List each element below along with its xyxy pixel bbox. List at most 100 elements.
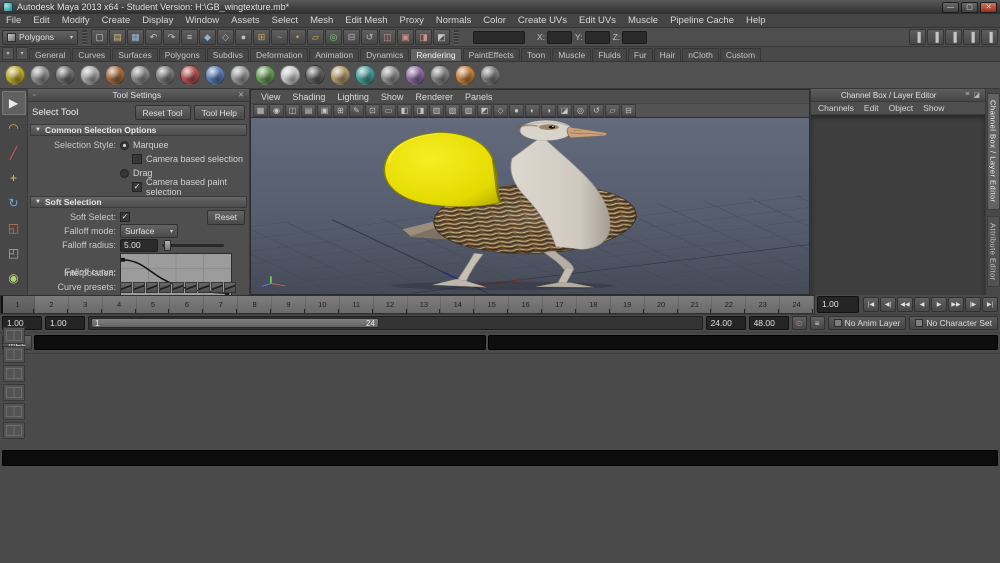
shelf-material-gray6-icon[interactable] <box>478 64 501 87</box>
save-scene-icon[interactable]: ▦ <box>127 29 144 45</box>
redo-icon[interactable]: ↷ <box>163 29 180 45</box>
shelf-tab[interactable]: Curves <box>72 48 111 61</box>
shelf-tab[interactable]: Polygons <box>159 48 206 61</box>
viewport-menu-item[interactable]: Panels <box>459 92 499 102</box>
timeline-frame[interactable]: 5 <box>137 296 171 313</box>
toggle-channel-box-button[interactable]: ▐ <box>945 29 962 45</box>
safe-action-icon[interactable]: ▧ <box>445 104 460 117</box>
scale-tool-icon[interactable]: ◱ <box>2 216 26 240</box>
close-button[interactable]: ✕ <box>980 2 997 13</box>
current-frame-field[interactable]: 1.00 <box>817 296 859 313</box>
timeline-frame[interactable]: 22 <box>712 296 746 313</box>
go-to-end-button[interactable]: ▶| <box>982 297 998 312</box>
resolution-gate-icon[interactable]: ◧ <box>397 104 412 117</box>
component-mode-icon[interactable]: ◇ <box>217 29 234 45</box>
panel-close-icon[interactable]: ✕ <box>236 91 246 99</box>
timeline-frame[interactable]: 10 <box>306 296 340 313</box>
step-back-frame-button[interactable]: ◀| <box>880 297 896 312</box>
curve-preset-wave-button[interactable] <box>185 282 197 293</box>
step-forward-frame-button[interactable]: |▶ <box>965 297 981 312</box>
coordinate-input[interactable] <box>585 31 610 44</box>
menu-item[interactable]: Normals <box>430 15 477 26</box>
construction-history-icon[interactable]: ↺ <box>361 29 378 45</box>
menu-item[interactable]: Create UVs <box>512 15 573 26</box>
shelf-material-gray3-icon[interactable] <box>153 64 176 87</box>
curve-preset-stairs-button[interactable] <box>198 282 210 293</box>
timeline-frame[interactable]: 11 <box>340 296 374 313</box>
layout-two-side-by-side-button[interactable] <box>3 365 25 382</box>
open-scene-icon[interactable]: ▤ <box>109 29 126 45</box>
script-output-field[interactable] <box>488 335 998 350</box>
playback-end-field[interactable]: 24.00 <box>706 316 746 330</box>
image-plane-icon[interactable]: ▣ <box>317 104 332 117</box>
film-gate-icon[interactable]: ▭ <box>381 104 396 117</box>
menu-item[interactable]: Help <box>740 15 772 26</box>
xray-icon[interactable]: ▱ <box>605 104 620 117</box>
toggle-tool-settings-button[interactable]: ▐ <box>927 29 944 45</box>
open-render-view-icon[interactable]: ◫ <box>379 29 396 45</box>
screen-ao-icon[interactable]: ◎ <box>573 104 588 117</box>
ipr-render-icon[interactable]: ◨ <box>415 29 432 45</box>
layout-single-pane-button[interactable] <box>3 327 25 344</box>
motion-blur-icon[interactable]: ↺ <box>589 104 604 117</box>
shadows-icon[interactable]: ◪ <box>557 104 572 117</box>
shelf-material-yellow-icon[interactable] <box>3 64 26 87</box>
use-all-lights-icon[interactable]: ◑ <box>541 104 556 117</box>
timeline-frame[interactable]: 21 <box>679 296 713 313</box>
menu-item[interactable]: Proxy <box>394 15 430 26</box>
range-slider[interactable]: 1 24 <box>88 316 703 330</box>
soft-selection-reset-button[interactable]: Reset <box>207 210 245 225</box>
play-backwards-button[interactable]: ◀ <box>914 297 930 312</box>
shaded-icon[interactable]: ● <box>509 104 524 117</box>
timeline-frame[interactable]: 12 <box>374 296 408 313</box>
tool-help-button[interactable]: Tool Help <box>194 105 245 120</box>
menu-item[interactable]: File <box>0 15 27 26</box>
step-forward-key-button[interactable]: ▶▶ <box>948 297 964 312</box>
curve-preset-medium-button[interactable] <box>133 282 145 293</box>
hierarchy-mode-icon[interactable]: ≡ <box>181 29 198 45</box>
viewport-menu-item[interactable]: View <box>255 92 286 102</box>
isolate-select-icon[interactable]: ⊟ <box>621 104 636 117</box>
falloff-radius-slider[interactable] <box>162 244 224 247</box>
shelf-tab[interactable]: General <box>29 48 71 61</box>
menu-set-selector[interactable]: Polygons ▾ <box>2 30 78 45</box>
shelf-material-blue-icon[interactable] <box>203 64 226 87</box>
shelf-tab[interactable]: Muscle <box>552 48 591 61</box>
channel-box-menu-item[interactable]: Edit <box>859 103 884 113</box>
timeline-frame[interactable]: 19 <box>611 296 645 313</box>
timeline-frame[interactable]: 7 <box>204 296 238 313</box>
menu-item[interactable]: Edit UVs <box>573 15 622 26</box>
playback-start-field[interactable]: 1.00 <box>45 316 85 330</box>
channel-box-menu-item[interactable]: Channels <box>813 103 859 113</box>
shelf-tab[interactable]: Rendering <box>410 48 461 61</box>
falloff-radius-input[interactable]: 5.00 <box>120 239 158 252</box>
shelf-tab[interactable]: Surfaces <box>112 48 158 61</box>
timeline-frame[interactable]: 2 <box>35 296 69 313</box>
toggle-attribute-editor-button[interactable]: ▐ <box>909 29 926 45</box>
title-bar[interactable]: Autodesk Maya 2013 x64 - Student Version… <box>0 0 1000 14</box>
sidebar-tab[interactable]: Attribute Editor <box>987 216 1000 288</box>
grease-pencil-icon[interactable]: ✎ <box>349 104 364 117</box>
drag-radio[interactable] <box>120 169 129 178</box>
shelf-material-gray4-icon[interactable] <box>378 64 401 87</box>
timeline-frame[interactable]: 3 <box>69 296 103 313</box>
toolbar-section-collapser[interactable] <box>82 30 87 45</box>
mel-command-input[interactable] <box>34 335 486 350</box>
menu-item[interactable]: Modify <box>56 15 96 26</box>
timeline-frame[interactable]: 4 <box>103 296 137 313</box>
curve-preset-soft-button[interactable] <box>120 282 132 293</box>
shelf-tab[interactable]: PaintEffects <box>463 48 520 61</box>
gate-mask-icon[interactable]: ◨ <box>413 104 428 117</box>
timeline-frame[interactable]: 17 <box>543 296 577 313</box>
viewport-menu-item[interactable]: Shading <box>286 92 331 102</box>
curve-preset-crater-button[interactable] <box>172 282 184 293</box>
soft-modification-tool-icon[interactable]: ◉ <box>2 266 26 290</box>
select-camera-icon[interactable]: ▦ <box>253 104 268 117</box>
layout-two-stacked-button[interactable] <box>3 384 25 401</box>
animation-preferences-button[interactable]: ≡ <box>810 316 825 330</box>
time-slider[interactable]: 123456789101112131415161718192021222324 <box>0 295 815 314</box>
lasso-tool-icon[interactable]: ◠ <box>2 116 26 140</box>
auto-keyframe-button[interactable]: ⊙ <box>792 316 807 330</box>
select-all-mask-icon[interactable]: ● <box>235 29 252 45</box>
shelf-material-green-icon[interactable] <box>253 64 276 87</box>
